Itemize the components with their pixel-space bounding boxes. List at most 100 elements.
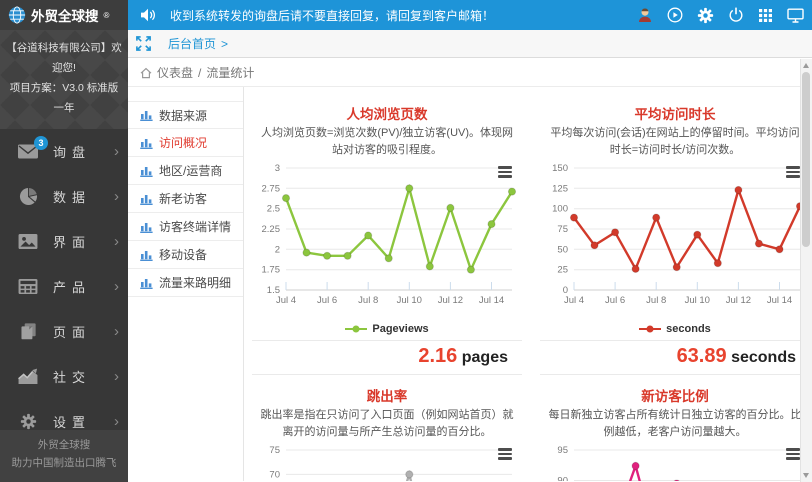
summary-unit: pages — [461, 349, 508, 366]
scrollbar-down-arrow[interactable] — [803, 473, 809, 478]
sidebar-item-label: 设置 — [53, 414, 92, 430]
svg-text:Jul 14: Jul 14 — [479, 295, 504, 306]
svg-text:Jul 10: Jul 10 — [685, 295, 710, 306]
chart-legend[interactable]: Pageviews — [252, 322, 522, 336]
submenu-item-label: 数据来源 — [159, 108, 208, 123]
scrollbar[interactable] — [800, 59, 812, 482]
svg-text:2.75: 2.75 — [262, 183, 281, 194]
monitor-icon[interactable] — [787, 8, 804, 23]
tab-chevron: > — [221, 36, 229, 51]
chevron-right-icon: › — [114, 142, 119, 160]
submenu-item-label: 访问概况 — [159, 136, 208, 150]
line-chart-plot: 757065605550Jul 4Jul 6Jul 8Jul 10Jul 12J… — [269, 445, 512, 481]
bar-chart-icon — [140, 249, 153, 261]
sidebar-footer-brand: 外贸全球搜 — [37, 439, 91, 452]
submenu-item[interactable]: 数据来源 — [128, 101, 243, 129]
trend-chart-icon — [15, 368, 41, 385]
svg-text:150: 150 — [552, 163, 568, 174]
chart-card-1: 平均访问时长 平均每次访问(会话)在网站上的停留时间。平均访问时长=访问时长/访… — [540, 99, 800, 375]
sidebar-item-label: 产品 — [53, 279, 92, 295]
tab-label: 后台首页 — [168, 37, 217, 51]
summary-unit: seconds — [731, 349, 796, 366]
submenu-item[interactable]: 访问概况 — [128, 129, 243, 157]
svg-text:100: 100 — [552, 204, 568, 215]
bar-chart-icon — [140, 221, 153, 233]
welcome-plan: 项目方案：V3.0 标准版 一年 — [9, 81, 119, 114]
chart-legend[interactable]: seconds — [540, 322, 800, 336]
submenu-item-label: 流量来路明细 — [159, 276, 232, 290]
svg-text:75: 75 — [557, 224, 568, 235]
svg-text:Jul 6: Jul 6 — [317, 295, 337, 306]
svg-text:75: 75 — [269, 445, 280, 456]
app-logo[interactable]: 外贸全球搜 ® — [0, 0, 128, 30]
chart-context-menu-icon[interactable] — [784, 444, 800, 464]
bar-chart-icon — [140, 193, 153, 205]
sidebar-item-data[interactable]: 数据 › — [0, 174, 128, 219]
power-icon[interactable] — [728, 7, 744, 23]
play-circle-icon[interactable] — [667, 7, 683, 23]
bar-chart-icon — [140, 277, 153, 289]
scrollbar-up-arrow[interactable] — [803, 63, 809, 68]
legend-label: seconds — [666, 323, 711, 335]
chart-context-menu-icon[interactable] — [784, 162, 800, 182]
svg-text:2: 2 — [275, 244, 280, 255]
svg-text:Jul 12: Jul 12 — [726, 295, 751, 306]
sidebar-item-label: 数据 — [53, 189, 92, 205]
chart-card-3: 新访客比例 每日新独立访客占所有统计日独立访客的百分比。比例越低，老客户访问量越… — [540, 381, 800, 481]
sidebar-item-pages[interactable]: 页面 › — [0, 309, 128, 354]
svg-text:Jul 8: Jul 8 — [646, 295, 666, 306]
top-header: 外贸全球搜 ® 收到系统转发的询盘后请不要直接回复，请回复到客户邮箱！ — [0, 0, 812, 30]
submenu-item[interactable]: 访客终端详情 — [128, 213, 243, 241]
chart-context-menu-icon[interactable] — [496, 162, 514, 182]
legend-marker-icon — [639, 325, 662, 333]
svg-text:50: 50 — [557, 244, 568, 255]
svg-text:90: 90 — [557, 476, 568, 482]
submenu-item[interactable]: 流量来路明细 — [128, 269, 243, 297]
chart-title: 平均访问时长 — [634, 107, 716, 122]
chart-context-menu-icon[interactable] — [496, 444, 514, 464]
submenu-item-label: 地区/运营商 — [159, 164, 223, 178]
tab-backend-home[interactable]: 后台首页 > — [168, 35, 228, 52]
line-chart-plot: 32.752.52.2521.751.5Jul 4 Jul 6 Jul 8 Jul 1… — [262, 163, 517, 306]
sidebar-item-inquiry[interactable]: 3 询盘 › — [0, 129, 128, 174]
svg-text:125: 125 — [552, 183, 568, 194]
bar-chart-icon — [140, 109, 153, 121]
svg-text:95: 95 — [557, 445, 568, 456]
announcement-text: 收到系统转发的询盘后请不要直接回复，请回复到客户邮箱！ — [170, 8, 495, 23]
svg-text:2.25: 2.25 — [262, 224, 281, 235]
grid-menu-icon[interactable] — [758, 8, 773, 23]
expand-fullscreen-icon[interactable] — [128, 30, 158, 58]
svg-text:25: 25 — [557, 265, 568, 276]
sidebar-item-interface[interactable]: 界面 › — [0, 219, 128, 264]
submenu-item[interactable]: 移动设备 — [128, 241, 243, 269]
chart-description: 人均浏览页数=浏览次数(PV)/独立访客(UV)。体现网站对访客的吸引程度。 — [260, 127, 514, 156]
gear-icon[interactable] — [697, 7, 714, 24]
chevron-right-icon: › — [114, 277, 119, 295]
breadcrumb-traffic-stats: 流量统计 — [206, 66, 255, 80]
line-chart-plot: 9590858075Jul 4Jul 6Jul 8Jul 10Jul 12Jul… — [557, 445, 800, 482]
submenu-item[interactable]: 新老访客 — [128, 185, 243, 213]
legend-marker-icon — [345, 325, 368, 333]
summary-value: 2.16 — [418, 345, 458, 367]
chevron-right-icon: › — [114, 412, 119, 430]
chevron-right-icon: › — [114, 322, 119, 340]
breadcrumb-dashboard[interactable]: 仪表盘 — [157, 64, 193, 81]
submenu-item-label: 访客终端详情 — [159, 220, 232, 234]
sidebar-item-product[interactable]: 产品 › — [0, 264, 128, 309]
report-submenu: 数据来源 访问概况 地区/运营商 新老访客 访客终端详情 移动设备 流量来路明细 — [128, 87, 244, 481]
svg-text:Jul 4: Jul 4 — [564, 295, 584, 306]
svg-text:Jul 8: Jul 8 — [358, 295, 378, 306]
chart-card-0: 人均浏览页数 人均浏览页数=浏览次数(PV)/独立访客(UV)。体现网站对访客的… — [252, 99, 522, 375]
svg-text:70: 70 — [269, 469, 280, 480]
sidebar-item-label: 询盘 — [53, 144, 92, 160]
sidebar-item-label: 界面 — [53, 234, 92, 250]
submenu-item[interactable]: 地区/运营商 — [128, 157, 243, 185]
sidebar-item-social[interactable]: 社交 › — [0, 354, 128, 399]
summary-value: 63.89 — [676, 345, 727, 367]
line-chart-plot: 1501251007550250Jul 4 Jul 6 Jul 8 Jul 10 Jul… — [552, 163, 800, 306]
svg-text:Jul 10: Jul 10 — [397, 295, 422, 306]
scrollbar-thumb[interactable] — [802, 72, 810, 247]
svg-text:3: 3 — [275, 163, 280, 174]
breadcrumb-separator: / — [198, 65, 202, 80]
user-avatar-icon[interactable] — [637, 7, 653, 23]
